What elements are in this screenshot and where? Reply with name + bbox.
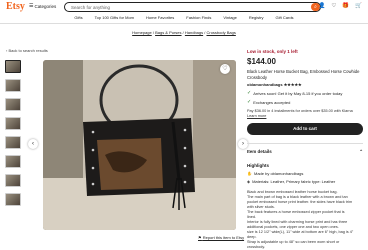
product-photo: [43, 60, 236, 230]
highlight-made-by-text: Made by oblamonhandbags: [253, 171, 304, 176]
nav-item-fashion-finds[interactable]: Fashion Finds: [186, 15, 211, 23]
header: Etsy ☰ Categories Search for anything ⌕ …: [0, 0, 368, 14]
back-to-search-link[interactable]: ‹ Back to search results: [6, 48, 48, 53]
fabric-icon: ◈: [247, 179, 251, 184]
klarna-learn-more[interactable]: Learn more: [247, 114, 266, 118]
chevron-left-icon: ‹: [32, 141, 34, 147]
user-icon[interactable]: 👤: [318, 3, 325, 9]
cart-icon[interactable]: 🛒: [355, 3, 362, 9]
breadcrumb-bags[interactable]: Bags & Purses: [155, 30, 181, 35]
top-nav: Gifts Top 100 Gifts for Mom Home Favorit…: [0, 15, 368, 23]
report-item-link[interactable]: ⚑ Report this item to Etsy: [198, 235, 244, 240]
breadcrumb-crossbody[interactable]: Crossbody Bags: [206, 30, 235, 35]
thumbnail-4[interactable]: [5, 117, 21, 130]
highlight-made-by: ✋ Made by oblamonhandbags: [247, 171, 363, 176]
breadcrumb-handbags[interactable]: Handbags: [185, 30, 203, 35]
check-icon: ✓: [247, 90, 252, 96]
nav-item-registry[interactable]: Registry: [249, 15, 264, 23]
thumbnail-strip: [5, 60, 21, 212]
gift-icon[interactable]: 🎁: [342, 3, 349, 9]
search-input[interactable]: Search for anything ⌕: [64, 2, 321, 12]
header-icons: 👤 ♡ 🎁 🛒: [318, 3, 362, 9]
chevron-right-icon: ›: [242, 141, 244, 147]
heart-icon[interactable]: ♡: [331, 3, 336, 9]
listing-panel: Low in stock, only 1 left $144.00 Black …: [247, 49, 363, 250]
add-to-cart-button[interactable]: Add to cart: [247, 123, 363, 135]
breadcrumb-homepage[interactable]: Homepage: [132, 30, 152, 35]
thumbnail-7[interactable]: [5, 174, 21, 187]
menu-icon: ☰: [29, 3, 34, 9]
nav-item-gift-cards[interactable]: Gift Cards: [276, 15, 294, 23]
thumbnail-5[interactable]: [5, 136, 21, 149]
low-stock-notice: Low in stock, only 1 left: [247, 49, 298, 54]
thumbnail-8[interactable]: [5, 193, 21, 206]
highlight-materials: ◈ Materials: Leather, Primary fabric type…: [247, 179, 363, 184]
exchanges-text: Exchanges accepted: [253, 99, 291, 105]
item-description: Black and brown embossed leather horse b…: [247, 190, 363, 250]
listing-title: Black Leather Horse Bucket Bag, Embossed…: [247, 69, 360, 80]
hand-icon: ✋: [247, 171, 252, 176]
report-label: Report this item to Etsy: [202, 235, 245, 240]
arrival-row: ✓ Arrives soon! Get it by May 8-15 if you…: [247, 90, 363, 96]
check-icon: ✓: [247, 99, 252, 105]
flag-icon: ⚑: [198, 235, 202, 240]
search-placeholder: Search for anything: [71, 4, 111, 10]
details-divider: [247, 143, 363, 144]
nav-item-top-100[interactable]: Top 100 Gifts for Mom: [95, 15, 134, 23]
nav-item-gifts[interactable]: Gifts: [74, 15, 82, 23]
thumbnail-3[interactable]: [5, 98, 21, 111]
highlights-title: Highlights: [247, 163, 269, 168]
prev-image-button[interactable]: ‹: [28, 139, 38, 149]
categories-button[interactable]: ☰ Categories: [29, 3, 56, 9]
highlight-materials-text: Materials: Leather, Primary fabric type:…: [252, 179, 336, 184]
rating-stars: ★★★★★: [283, 82, 302, 87]
item-details-label: Item details: [247, 149, 272, 154]
klarna-text: Pay $36.00 in 4 installments for orders …: [247, 109, 353, 113]
product-image[interactable]: ♡: [43, 60, 236, 230]
price: $144.00: [247, 57, 276, 66]
back-link-label: Back to search results: [8, 48, 48, 53]
exchanges-row: ✓ Exchanges accepted: [247, 99, 363, 105]
thumbnail-1[interactable]: [5, 60, 21, 73]
shop-name[interactable]: oblamonhandbags ★★★★★: [247, 82, 363, 87]
arrival-text: Arrives soon! Get it by May 8-15 if you …: [253, 90, 343, 96]
thumbnail-6[interactable]: [5, 155, 21, 168]
categories-label: Categories: [34, 3, 57, 9]
heart-outline-icon: ♡: [222, 66, 228, 72]
nav-item-home-favorites[interactable]: Home Favorites: [146, 15, 174, 23]
thumbnail-2[interactable]: [5, 79, 21, 92]
favorite-button[interactable]: ♡: [220, 64, 230, 74]
search-icon: ⌕: [314, 4, 317, 10]
item-details-toggle[interactable]: Item details ⌃: [247, 149, 363, 155]
klarna-notice: Pay $36.00 in 4 installments for orders …: [247, 109, 363, 119]
description-line: crossbody.: [247, 245, 266, 249]
chevron-up-icon: ⌃: [359, 149, 363, 154]
breadcrumb: Homepage / Bags & Purses / Handbags / Cr…: [132, 30, 236, 35]
header-divider: [0, 23, 368, 24]
etsy-logo[interactable]: Etsy: [6, 1, 25, 12]
description-line: size is 12 1/2" wide(L), 11" wide at bot…: [247, 230, 354, 234]
nav-item-vintage[interactable]: Vintage: [223, 15, 237, 23]
shop-name-label: oblamonhandbags: [247, 82, 283, 87]
